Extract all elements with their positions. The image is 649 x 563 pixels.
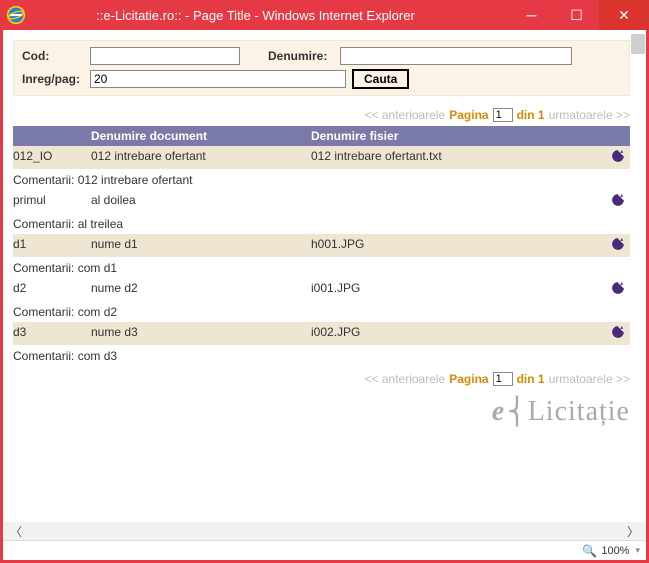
header-file: Denumire fisier [311, 129, 606, 143]
cod-label: Cod: [22, 49, 90, 63]
row-id: d3 [13, 325, 91, 342]
pager-next[interactable]: urmatoarele >> [549, 108, 630, 122]
table-row: 012_IO012 intrebare ofertant012 intrebar… [13, 146, 630, 170]
download-icon[interactable] [606, 325, 630, 342]
pager-page-input[interactable] [493, 372, 513, 386]
comment-text: com d2 [78, 305, 117, 319]
comment-text: com d3 [78, 349, 117, 363]
perpage-label: Inreg/pag: [22, 72, 90, 86]
comment-text: com d1 [78, 261, 117, 275]
pager-prev[interactable]: << anterioarele [365, 372, 446, 386]
ie-icon [6, 5, 26, 25]
close-button[interactable]: ✕ [599, 0, 649, 30]
comment-row: Comentarii: 012 intrebare ofertant [13, 170, 630, 190]
row-file: 012 intrebare ofertant.txt [311, 149, 606, 166]
download-icon[interactable] [606, 149, 630, 166]
maximize-button[interactable]: ☐ [554, 0, 599, 30]
comment-row: Comentarii: com d3 [13, 346, 630, 366]
comment-label: Comentarii: [13, 261, 74, 275]
row-doc: al doilea [91, 193, 311, 210]
header-doc: Denumire document [91, 129, 311, 143]
minimize-button[interactable]: ─ [509, 0, 554, 30]
denumire-label: Denumire: [268, 49, 340, 63]
row-doc: 012 intrebare ofertant [91, 149, 311, 166]
row-doc: nume d1 [91, 237, 311, 254]
row-id: primul [13, 193, 91, 210]
search-button[interactable]: Cauta [352, 69, 409, 89]
pager-of-label: din 1 [517, 372, 545, 386]
row-doc: nume d2 [91, 281, 311, 298]
comment-label: Comentarii: [13, 349, 74, 363]
zoom-icon[interactable]: 🔍 [582, 544, 597, 558]
comment-text: 012 intrebare ofertant [78, 173, 193, 187]
row-id: 012_IO [13, 149, 91, 166]
comment-text: al treilea [78, 217, 123, 231]
zoom-dropdown-icon[interactable]: ▾ [635, 545, 640, 556]
row-doc: nume d3 [91, 325, 311, 342]
pager-prev[interactable]: << anterioarele [365, 108, 446, 122]
status-bar: 🔍 100% ▾ [3, 540, 646, 560]
download-icon[interactable] [606, 281, 630, 298]
scroll-right-icon[interactable]: 〉 [625, 523, 641, 540]
download-icon[interactable] [606, 237, 630, 254]
horizontal-scrollbar[interactable]: 〈 〉 [4, 522, 645, 540]
table-row: d1nume d1h001.JPG [13, 234, 630, 258]
comment-label: Comentarii: [13, 305, 74, 319]
pager-bottom: << anterioarele Pagina din 1 urmatoarele… [13, 372, 630, 386]
row-file: h001.JPG [311, 237, 606, 254]
titlebar: ::e-Licitatie.ro:: - Page Title - Window… [0, 0, 649, 30]
denumire-input[interactable] [340, 47, 572, 65]
comment-row: Comentarii: com d2 [13, 302, 630, 322]
row-id: d1 [13, 237, 91, 254]
comment-label: Comentarii: [13, 173, 74, 187]
perpage-input[interactable] [90, 70, 346, 88]
table-row: d3nume d3i002.JPG [13, 322, 630, 346]
pager-page-label: Pagina [449, 108, 488, 122]
filter-panel: Cod: Denumire: Inreg/pag: Cauta [13, 40, 630, 96]
row-file: i002.JPG [311, 325, 606, 342]
vertical-scrollbar[interactable] [631, 34, 645, 54]
comment-row: Comentarii: al treilea [13, 214, 630, 234]
pager-next[interactable]: urmatoarele >> [549, 372, 630, 386]
pager-page-label: Pagina [449, 372, 488, 386]
pager-top: << anterioarele Pagina din 1 urmatoarele… [13, 108, 630, 122]
zoom-level: 100% [601, 545, 629, 557]
table-header: Denumire document Denumire fisier [13, 126, 630, 146]
elicitatie-logo: e⎨Licitație [492, 396, 630, 428]
scroll-left-icon[interactable]: 〈 [8, 523, 24, 540]
pager-page-input[interactable] [493, 108, 513, 122]
row-file [311, 193, 606, 210]
pager-of-label: din 1 [517, 108, 545, 122]
row-id: d2 [13, 281, 91, 298]
row-file: i001.JPG [311, 281, 606, 298]
table-row: d2nume d2i001.JPG [13, 278, 630, 302]
comment-row: Comentarii: com d1 [13, 258, 630, 278]
cod-input[interactable] [90, 47, 240, 65]
download-icon[interactable] [606, 193, 630, 210]
table-row: primulal doilea [13, 190, 630, 214]
comment-label: Comentarii: [13, 217, 74, 231]
window-title: ::e-Licitatie.ro:: - Page Title - Window… [32, 8, 509, 23]
